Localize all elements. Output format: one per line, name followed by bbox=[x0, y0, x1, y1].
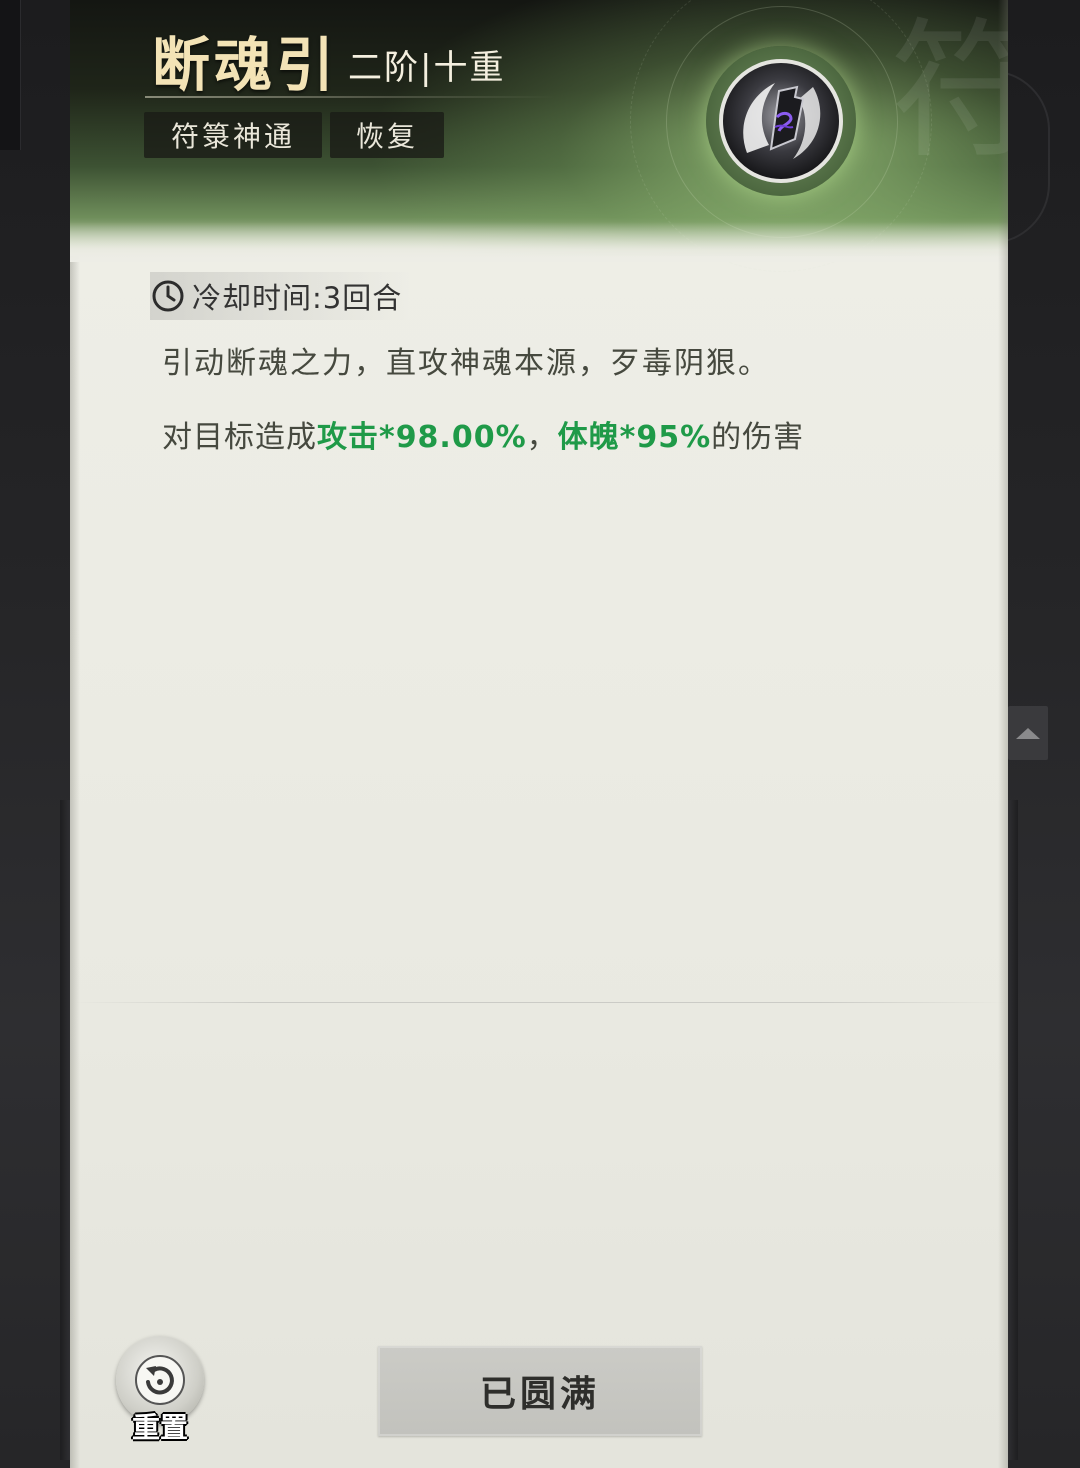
clock-icon bbox=[152, 280, 184, 312]
effect-prefix: 对目标造成 bbox=[162, 420, 317, 455]
skill-description: 引动断魂之力，直攻神魂本源，歹毒阴狠。 bbox=[162, 346, 770, 381]
cooldown-text: 冷却时间:3回合 bbox=[192, 281, 403, 315]
reset-label[interactable]: 重置 bbox=[116, 1406, 204, 1446]
arrow-up-icon bbox=[1016, 727, 1040, 739]
effect-suffix: 的伤害 bbox=[711, 420, 805, 455]
section-divider bbox=[70, 1002, 1008, 1003]
background-panel-edge-left bbox=[60, 800, 70, 1460]
skill-icon bbox=[706, 46, 856, 196]
background-panel-edge-right bbox=[1008, 800, 1018, 1460]
maxed-button[interactable]: 已圆满 bbox=[378, 1346, 702, 1436]
skill-category-tag: 恢复 bbox=[330, 112, 444, 158]
refresh-icon bbox=[135, 1355, 185, 1405]
skill-effect: 对目标造成攻击*98.00%，体魄*95%的伤害 bbox=[162, 412, 804, 456]
effect-attack-scaling: 攻击*98.00% bbox=[317, 420, 527, 455]
effect-physique-scaling: 体魄*95% bbox=[557, 420, 712, 455]
scroll-up-tab[interactable] bbox=[1008, 706, 1048, 760]
title-divider bbox=[145, 96, 555, 98]
header-fade bbox=[70, 222, 1008, 262]
background-panel-edge bbox=[0, 0, 21, 150]
skill-name: 断魂引 bbox=[152, 31, 339, 99]
skill-type-tag: 符箓神通 bbox=[144, 112, 322, 158]
skill-header: 符 断魂引 二阶|十重 符箓神通 恢复 bbox=[70, 0, 1008, 272]
skill-detail-card: 符 断魂引 二阶|十重 符箓神通 恢复 冷却时间:3回合 引动断魂之力，直攻神魂… bbox=[70, 0, 1008, 1468]
skill-rank: 二阶|十重 bbox=[348, 48, 506, 88]
cooldown-row: 冷却时间:3回合 bbox=[150, 272, 411, 320]
soul-severing-talisman-icon bbox=[719, 59, 843, 183]
effect-separator: ， bbox=[526, 420, 558, 455]
